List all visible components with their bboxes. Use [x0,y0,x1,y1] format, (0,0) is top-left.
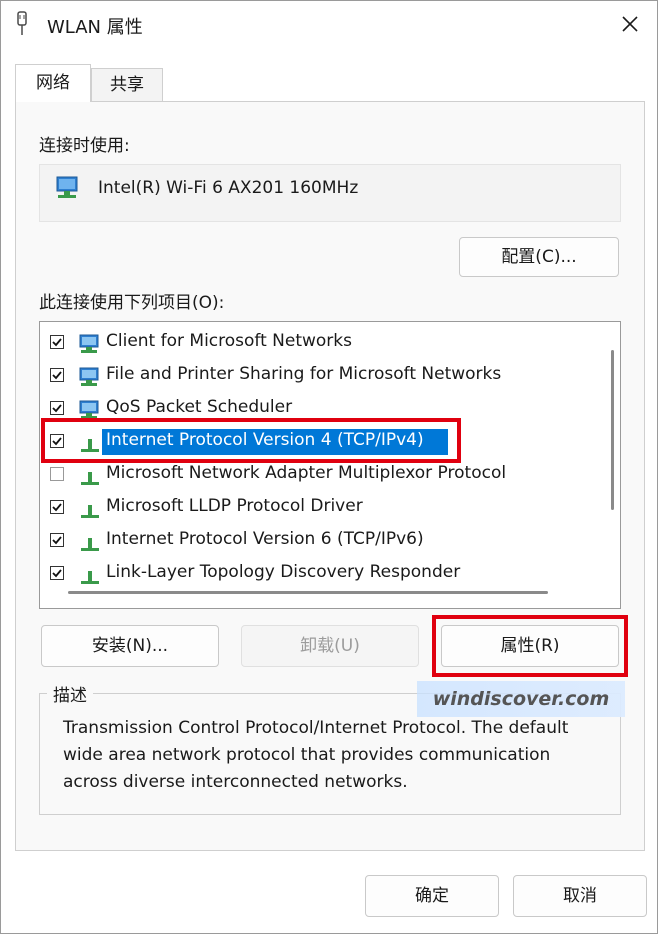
item-label: File and Printer Sharing for Microsoft N… [106,364,502,384]
vertical-scrollbar[interactable] [611,350,614,510]
list-item[interactable]: Microsoft LLDP Protocol Driver [40,493,600,525]
item-label: Internet Protocol Version 4 (TCP/IPv4) [106,430,424,450]
protocol-icon [81,571,99,584]
install-button[interactable]: 安装(N)... [41,625,219,667]
connection-items-list: Client for Microsoft Networks File and P… [39,321,621,609]
protocol-icon [81,472,99,485]
watermark: windiscover.com [417,681,625,717]
tab-sharing[interactable]: 共享 [91,68,163,102]
item-label: Internet Protocol Version 6 (TCP/IPv6) [106,529,424,549]
check-icon [52,338,62,347]
item-label: Microsoft LLDP Protocol Driver [106,496,363,516]
network-adapter-icon [56,176,78,198]
cancel-button[interactable]: 取消 [513,875,647,917]
protocol-icon [81,505,99,518]
list-item[interactable]: Client for Microsoft Networks [40,328,600,360]
item-checkbox[interactable] [50,368,64,382]
item-checkbox[interactable] [50,434,64,448]
item-checkbox[interactable] [50,500,64,514]
horizontal-scrollbar[interactable] [68,591,548,594]
item-label: Client for Microsoft Networks [106,331,353,351]
wlan-adapter-icon [17,11,27,35]
check-icon [52,503,62,512]
ok-button[interactable]: 确定 [365,875,499,917]
description-text: Transmission Control Protocol/Internet P… [63,718,569,792]
protocol-icon [81,439,99,452]
network-service-icon [79,367,99,386]
adapter-display: Intel(R) Wi-Fi 6 AX201 160MHz [39,164,621,222]
item-checkbox[interactable] [50,533,64,547]
adapter-name: Intel(R) Wi-Fi 6 AX201 160MHz [98,178,359,198]
title-bar: WLAN 属性 [1,1,657,47]
item-label: Link-Layer Topology Discovery Responder [106,562,461,582]
list-item[interactable]: Microsoft Network Adapter Multiplexor Pr… [40,460,600,492]
description-title: 描述 [47,681,93,706]
item-label: QoS Packet Scheduler [106,397,293,417]
list-item[interactable]: File and Printer Sharing for Microsoft N… [40,361,600,393]
tab-network[interactable]: 网络 [15,64,91,102]
list-item[interactable]: QoS Packet Scheduler [40,394,600,426]
check-icon [52,569,62,578]
close-icon [622,16,638,32]
list-item[interactable]: Internet Protocol Version 6 (TCP/IPv6) [40,526,600,558]
list-item-selected[interactable]: Internet Protocol Version 4 (TCP/IPv4) [40,427,600,459]
item-checkbox[interactable] [50,566,64,580]
check-icon [52,437,62,446]
network-service-icon [79,400,99,419]
close-button[interactable] [607,3,653,45]
window-title: WLAN 属性 [47,17,143,38]
wlan-properties-dialog: WLAN 属性 网络 共享 连接时使用: Intel(R) Wi-Fi 6 AX… [0,0,658,934]
uninstall-button[interactable]: 卸载(U) [241,625,419,667]
check-icon [52,371,62,380]
item-checkbox[interactable] [50,401,64,415]
properties-button[interactable]: 属性(R) [441,625,619,667]
items-list-label: 此连接使用下列项目(O): [39,293,225,313]
item-checkbox[interactable] [50,335,64,349]
check-icon [52,536,62,545]
check-icon [52,404,62,413]
item-label: Microsoft Network Adapter Multiplexor Pr… [106,463,507,483]
connect-using-label: 连接时使用: [39,136,130,156]
list-item[interactable]: Link-Layer Topology Discovery Responder [40,559,600,591]
protocol-icon [81,538,99,551]
network-client-icon [79,334,99,353]
configure-button[interactable]: 配置(C)... [459,237,619,277]
item-checkbox[interactable] [50,467,64,481]
